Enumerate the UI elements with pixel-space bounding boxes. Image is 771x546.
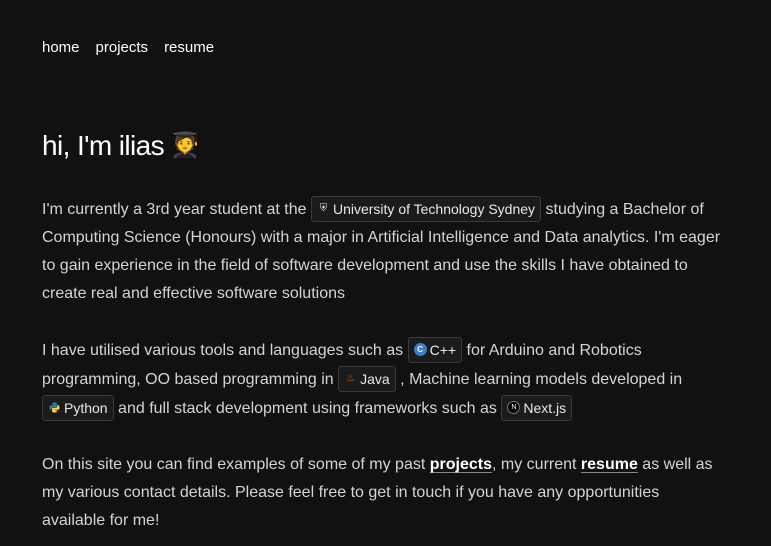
university-chip-label: University of Technology Sydney (332, 200, 536, 217)
java-chip-label: Java (360, 370, 390, 387)
java-icon: ♨ (346, 372, 356, 384)
nav-home-link[interactable]: home (42, 38, 80, 58)
contact-paragraph: On this site you can find examples of so… (42, 451, 722, 535)
cpp-icon: C (413, 343, 427, 357)
intro-text-before: I'm currently a 3rd year student at the (42, 201, 307, 218)
skills-text-4: and full stack development using framewo… (118, 400, 497, 417)
cpp-chip: C C++ (407, 336, 463, 363)
page: home projects resume hi, I'm ilias 🧑‍🎓 I… (0, 0, 771, 546)
java-chip: ♨ Java (338, 365, 396, 392)
resume-link[interactable]: resume (581, 456, 638, 473)
top-nav: home projects resume (42, 38, 214, 58)
nextjs-chip: N Next.js (501, 394, 573, 421)
contact-text-1: On this site you can find examples of so… (42, 456, 426, 473)
university-chip: ⛨ University of Technology Sydney (310, 195, 542, 222)
nav-projects-link[interactable]: projects (96, 38, 149, 58)
cpp-chip-label: C++ (429, 341, 457, 358)
page-title-text: hi, I'm ilias (42, 130, 165, 161)
intro-content: I'm currently a 3rd year student at the … (42, 195, 722, 546)
projects-link[interactable]: projects (430, 456, 492, 473)
nextjs-chip-label: Next.js (523, 399, 567, 416)
skills-paragraph: I have utilised various tools and langua… (42, 336, 722, 423)
graduate-emoji-icon: 🧑‍🎓 (170, 132, 200, 159)
python-chip-label: Python (64, 399, 108, 416)
skills-text-3: , Machine learning models developed in (400, 371, 683, 388)
python-icon (48, 401, 61, 414)
page-title: hi, I'm ilias 🧑‍🎓 (42, 129, 200, 163)
nav-resume-link[interactable]: resume (164, 38, 214, 58)
skills-text-1: I have utilised various tools and langua… (42, 342, 404, 359)
contact-text-2: , my current (492, 456, 577, 473)
python-chip: Python (42, 394, 114, 421)
intro-paragraph: I'm currently a 3rd year student at the … (42, 195, 722, 308)
nextjs-icon: N (507, 401, 521, 415)
shield-icon: ⛨ (319, 202, 328, 214)
